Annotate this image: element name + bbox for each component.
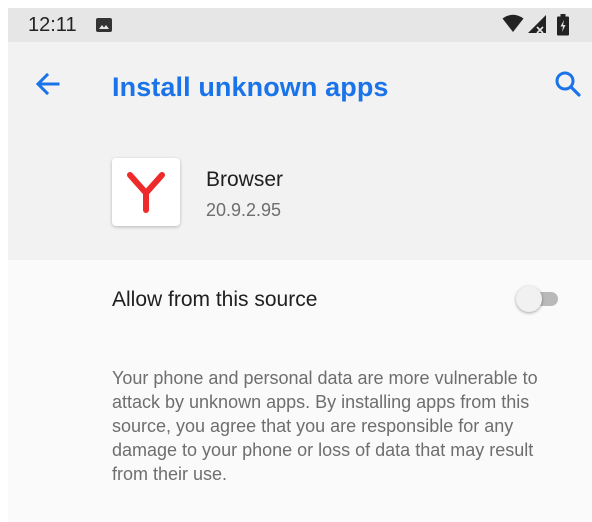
page-title: Install unknown apps — [112, 72, 389, 102]
settings-screen: 12:11 Install unknown apps Browser 20.9.… — [8, 8, 592, 522]
allow-from-source-label: Allow from this source — [112, 288, 318, 311]
toggle-thumb — [516, 286, 542, 312]
app-name: Browser — [206, 168, 284, 191]
image-notification-icon — [96, 18, 112, 32]
app-version: 20.9.2.95 — [206, 200, 282, 220]
allow-from-source-row[interactable]: Allow from this source — [8, 260, 592, 336]
status-bar: 12:11 — [8, 8, 592, 42]
search-icon — [555, 71, 581, 97]
wifi-icon — [502, 14, 524, 32]
search-button[interactable] — [552, 68, 584, 100]
app-bar: Install unknown apps Browser 20.9.2.95 — [8, 42, 592, 260]
warning-text: Your phone and personal data are more vu… — [112, 368, 538, 484]
app-icon — [112, 158, 180, 226]
arrow-back-icon — [35, 72, 60, 96]
status-time: 12:11 — [28, 14, 77, 36]
back-button[interactable] — [32, 68, 64, 100]
battery-icon — [557, 14, 569, 36]
yandex-y-logo-icon — [127, 172, 165, 213]
allow-from-source-toggle[interactable] — [516, 286, 564, 312]
signal-icon — [528, 15, 546, 34]
